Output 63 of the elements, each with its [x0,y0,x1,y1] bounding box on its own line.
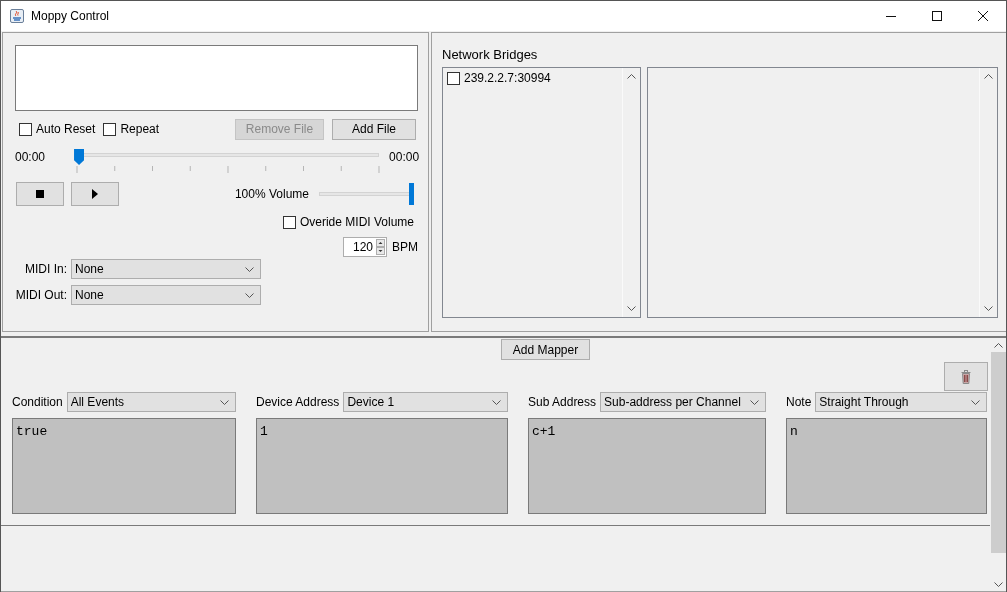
midi-label: MIDI In: [24,262,67,276]
script-field[interactable]: n [786,418,987,514]
file-button[interactable]: Add File [332,118,416,140]
checkbox-label[interactable]: 239.2.2.7:30994 [464,71,551,85]
play-button[interactable] [71,182,119,206]
scroll-up-icon[interactable] [984,74,993,79]
file-button: Remove File [235,118,324,140]
elapsed-time: 00:00 [15,150,46,164]
field-label: Device Address [256,395,340,409]
spin-up-icon[interactable] [376,239,385,247]
field-label: Sub Address [528,395,597,409]
checkbox-label[interactable]: Auto Reset [36,122,96,136]
delete-button[interactable] [944,362,988,391]
script-field[interactable]: true [12,418,236,514]
script-field[interactable]: 1 [256,418,508,514]
spin-down-icon[interactable] [376,247,385,255]
chevron-down-icon [492,399,501,405]
checkbox-label[interactable]: Overide MIDI Volume [299,215,414,229]
dropdown[interactable]: None [71,285,261,305]
window-title: Moppy Control [31,9,110,23]
play-icon [92,189,98,199]
midi-label: MIDI Out: [15,288,67,302]
chevron-down-icon [750,399,759,405]
section-title: Network Bridges [442,47,539,64]
scroll-down-icon[interactable] [993,582,1003,587]
checkbox[interactable] [103,122,117,136]
checkbox[interactable] [282,215,296,229]
checkbox[interactable] [19,122,32,136]
total-time: 00:00 [389,150,420,164]
field-label: Note [786,395,812,409]
slider[interactable] [74,149,380,165]
dropdown[interactable]: None [71,259,261,279]
close-icon[interactable] [978,11,988,21]
scroll-down-icon[interactable] [984,306,993,311]
scrollbar-thumb[interactable] [990,352,1006,553]
app-icon [9,8,25,24]
checkbox-label[interactable]: Repeat [120,122,160,136]
checkbox[interactable] [447,71,460,85]
dropdown[interactable]: Straight Through [815,392,987,412]
chevron-down-icon [220,399,229,405]
chevron-down-icon [245,266,254,272]
slider-thumb[interactable] [74,149,85,165]
trash-icon [961,369,971,384]
chevron-down-icon [971,399,980,405]
bpm-spinner[interactable]: 120 [343,237,387,257]
scroll-up-icon[interactable] [627,74,636,79]
dropdown[interactable]: Sub-address per Channel [600,392,766,412]
script-field[interactable]: c+1 [528,418,766,514]
maximize-icon[interactable] [932,11,942,21]
add-mapper-button[interactable]: Add Mapper [501,339,590,360]
scroll-down-icon[interactable] [627,306,636,311]
chevron-down-icon [245,292,254,298]
slider[interactable] [319,183,414,205]
stop-button[interactable] [16,182,64,206]
slider-thumb[interactable] [409,183,414,205]
dropdown[interactable]: All Events [66,392,236,412]
field-label: Condition [12,395,63,409]
file-list[interactable] [15,45,418,111]
dropdown[interactable]: Device 1 [343,392,508,412]
stop-icon [36,190,44,198]
scroll-up-icon[interactable] [993,343,1003,348]
bpm-label: BPM [392,240,418,254]
volume-label: 100% Volume [234,187,309,201]
